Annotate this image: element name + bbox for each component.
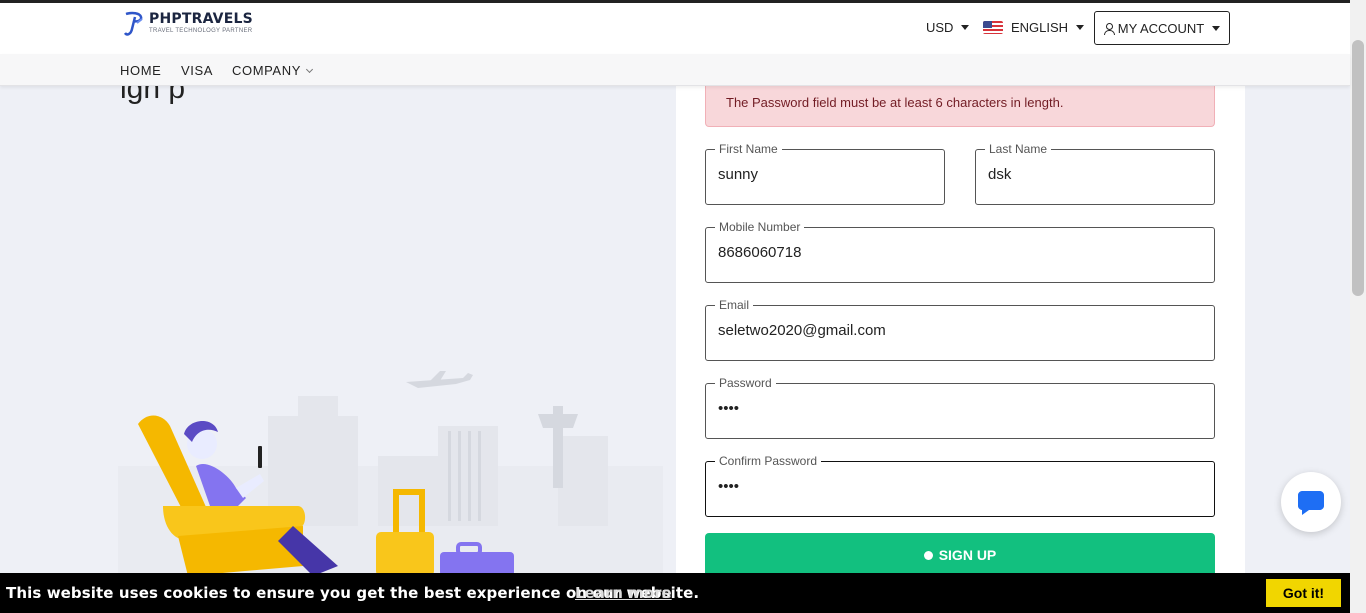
mobile-number-field[interactable]: Mobile Number [705, 220, 1215, 283]
cookie-learn-more-link[interactable]: Learn more [575, 584, 672, 602]
confirm-password-input[interactable] [718, 478, 1202, 495]
password-label: Password [715, 376, 776, 390]
last-name-label: Last Name [985, 142, 1052, 156]
nav-item-home[interactable]: HOME [120, 63, 161, 78]
password-input[interactable] [718, 400, 1202, 417]
currency-dropdown[interactable]: USD [926, 20, 970, 35]
sign-up-button[interactable]: SIGN UP [705, 533, 1215, 577]
email-input[interactable] [718, 322, 1202, 339]
caret-down-icon [1212, 25, 1221, 31]
email-label: Email [715, 298, 754, 312]
page-title: ign p [120, 86, 186, 105]
confirm-password-field[interactable]: Confirm Password [705, 454, 1215, 517]
email-field[interactable]: Email [705, 298, 1215, 361]
brand-name: PHPTRAVELS [149, 11, 253, 27]
user-icon [1103, 22, 1115, 35]
mobile-number-label: Mobile Number [715, 220, 805, 234]
language-dropdown[interactable]: ENGLISH [983, 20, 1085, 35]
brand-logo[interactable]: PHPTRAVELS TRAVEL TECHNOLOGY PARTNER [122, 11, 253, 39]
first-name-field[interactable]: First Name [705, 142, 945, 205]
brand-tagline: TRAVEL TECHNOLOGY PARTNER [149, 28, 253, 34]
my-account-button[interactable]: MY ACCOUNT [1094, 11, 1230, 45]
brand-logo-icon [123, 11, 143, 36]
password-field[interactable]: Password [705, 376, 1215, 439]
nav-visa-label: VISA [181, 63, 214, 78]
language-label: ENGLISH [1011, 20, 1069, 35]
currency-label: USD [926, 20, 954, 35]
last-name-input[interactable] [988, 166, 1202, 183]
confirm-password-label: Confirm Password [715, 454, 822, 468]
chat-widget-button[interactable] [1281, 472, 1341, 532]
my-account-label: MY ACCOUNT [1117, 20, 1205, 36]
nav-company-label: COMPANY [232, 63, 301, 78]
last-name-field[interactable]: Last Name [975, 142, 1215, 205]
main-nav: HOME VISA COMPANY [0, 54, 1350, 86]
nav-item-visa[interactable]: VISA [181, 63, 213, 78]
cookie-accept-button[interactable]: Got it! [1266, 579, 1341, 607]
nav-item-company[interactable]: COMPANY [232, 63, 314, 78]
caret-down-icon [1076, 25, 1085, 30]
mobile-number-input[interactable] [718, 244, 1202, 261]
first-name-input[interactable] [718, 166, 932, 183]
us-flag-icon [983, 21, 1003, 34]
scrollbar-thumb[interactable] [1352, 40, 1364, 296]
caret-down-icon [961, 25, 970, 30]
illustration-pane: ign p [0, 86, 676, 573]
chevron-down-icon [305, 65, 314, 73]
sign-up-label: SIGN UP [938, 547, 997, 563]
traveler-illustration [118, 371, 663, 573]
signup-form-card: The Password field must be at least 6 ch… [676, 86, 1245, 577]
cookie-banner: This website uses cookies to ensure you … [0, 573, 1350, 613]
site-header: PHPTRAVELS TRAVEL TECHNOLOGY PARTNER USD… [0, 3, 1350, 54]
nav-home-label: HOME [120, 63, 162, 78]
page-scrollbar[interactable] [1350, 0, 1366, 613]
loading-dot-icon [923, 550, 933, 560]
password-error-alert: The Password field must be at least 6 ch… [705, 86, 1215, 127]
chat-icon [1298, 491, 1324, 515]
first-name-label: First Name [715, 142, 782, 156]
